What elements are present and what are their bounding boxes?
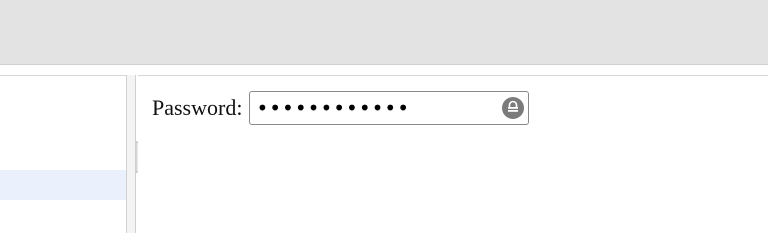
password-input[interactable] [250,93,497,123]
sidebar-pane [0,75,126,234]
password-row: Password: [152,91,530,125]
sidebar-selected-row[interactable] [0,170,126,200]
toolbar-gap [0,65,768,75]
toolbar [0,0,768,65]
pane-divider[interactable] [126,75,136,233]
password-key-icon[interactable] [502,97,525,119]
password-field[interactable] [249,91,530,125]
content-pane: Password: [138,75,768,234]
password-label: Password: [152,95,243,120]
